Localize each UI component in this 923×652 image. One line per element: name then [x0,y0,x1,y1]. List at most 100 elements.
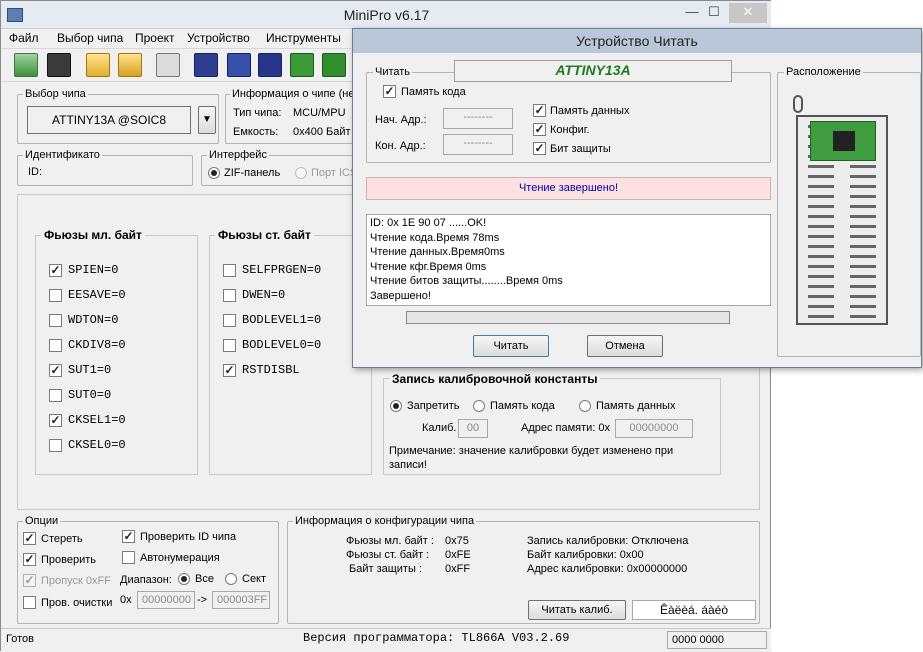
fuse-high-label: BODLEVEL0=0 [242,338,322,352]
range-from-field[interactable]: 00000000 [137,591,195,609]
fuse-low-checkbox[interactable] [49,339,62,352]
cancel-button[interactable]: Отмена [587,335,663,357]
fuse-low-checkbox[interactable] [49,389,62,402]
fuse-high-checkbox[interactable]: ✓ [223,364,236,377]
range-label: Диапазон: [120,574,172,586]
identifier-legend: Идентификато [23,149,102,161]
menu-file[interactable]: Файл [9,31,39,45]
chip-verify-icon[interactable] [290,53,314,77]
menu-tools[interactable]: Инструменты [266,31,341,45]
socket-pin [808,235,834,238]
data-memory-label: Память данных [550,105,630,117]
start-address-label: Нач. Адр.: [375,114,427,126]
save-icon[interactable] [47,53,71,77]
config-low-value: 0x75 [445,535,469,547]
calibration-value-field[interactable]: Êàëèá. áàéò [632,600,756,620]
calib-address-field[interactable]: 00000000 [615,419,693,438]
range-to-field[interactable]: 000003FF [212,591,270,609]
read-calibration-button[interactable]: Читать калиб. [528,600,626,620]
chip-body-icon [833,131,855,151]
folder-edit-icon[interactable] [118,53,142,77]
range-all-radio[interactable] [178,573,190,585]
fuse-high-checkbox[interactable] [223,264,236,277]
chip-read-icon[interactable] [258,53,282,77]
socket-pin [808,185,834,188]
calculator-icon[interactable] [156,53,180,77]
fuse-high-label: DWEN=0 [242,288,286,302]
calib-data-radio[interactable] [579,400,591,412]
programmer-version: Версия программатора: TL866A V03.2.69 [303,631,570,645]
placement-legend: Расположение [784,66,863,78]
chip-select-field[interactable]: ATTINY13A @SOIC8 [27,106,191,134]
fuse-high-checkbox[interactable] [223,289,236,302]
chip-info-legend: Информация о чипе (не [230,88,357,100]
verify-checkbox[interactable]: ✓ [23,553,36,566]
lock-bits-checkbox[interactable]: ✓ [533,142,546,155]
calib-code-radio[interactable] [473,400,485,412]
chip-pcb-icon [810,121,876,161]
id-label: ID: [28,166,43,178]
maximize-button[interactable]: ☐ [703,3,725,23]
fuse-low-checkbox[interactable]: ✓ [49,264,62,277]
config-low-label: Фьюзы мл. байт : [346,535,434,547]
menu-device[interactable]: Устройство [187,31,250,45]
read-button[interactable]: Читать [473,335,549,357]
chip-write-icon[interactable] [322,53,346,77]
options-legend: Опции [23,515,61,527]
range-sector-radio[interactable] [225,573,237,585]
calib-disable-radio[interactable] [390,400,402,412]
folder-icon[interactable] [86,53,110,77]
config-high-label: Фьюзы ст. байт : [346,549,430,561]
socket-pin [808,225,834,228]
calib-value-field[interactable]: 00 [458,419,488,438]
erase-label: Стереть [41,533,83,545]
autonumber-checkbox[interactable] [122,551,135,564]
fuse-high-checkbox[interactable] [223,339,236,352]
fuse-low-checkbox[interactable]: ✓ [49,364,62,377]
dialog-title: Устройство Читать [353,29,921,53]
socket-pin [808,285,834,288]
zif-lever-icon [793,95,803,113]
open-icon[interactable] [14,53,38,77]
chip-select-dropdown-icon[interactable]: ▼ [198,106,216,134]
config-checkbox[interactable]: ✓ [533,123,546,136]
erase-checkbox[interactable]: ✓ [23,532,36,545]
menu-project[interactable]: Проект [135,31,175,45]
calib-data-label: Память данных [596,400,676,412]
zif-radio[interactable] [208,167,220,179]
fuses-high-title: Фьюзы ст. байт [215,228,314,242]
calib-note-line1: Примечание: значение калибровки будет из… [389,445,674,457]
socket-pin [850,245,876,248]
blank-check-checkbox[interactable] [23,596,36,609]
menu-chip-select[interactable]: Выбор чипа [57,31,123,45]
fuse-low-checkbox[interactable] [49,439,62,452]
calib-code-label: Память кода [490,400,555,412]
check-id-checkbox[interactable]: ✓ [122,530,135,543]
config-cal-write: Запись калибровки: Отключена [527,535,689,547]
socket-pin [850,185,876,188]
fuse-low-checkbox[interactable] [49,289,62,302]
start-address-field[interactable]: -------- [443,108,513,129]
socket-pin [850,265,876,268]
socket-pin [850,165,876,168]
status-message: Чтение завершено! [518,182,619,194]
code-memory-checkbox[interactable]: ✓ [383,85,396,98]
fuse-low-label: CKDIV8=0 [68,338,126,352]
fuse-low-label: SUT1=0 [68,363,112,377]
chip-erase-icon[interactable] [227,53,251,77]
skip-ff-checkbox[interactable]: ✓ [23,574,36,587]
close-button[interactable]: ✕ [729,3,767,23]
icsp-radio[interactable] [295,167,307,179]
socket-pin [808,245,834,248]
config-high-value: 0xFE [445,549,471,561]
fuse-high-checkbox[interactable] [223,314,236,327]
fuse-high-label: BODLEVEL1=0 [242,313,322,327]
fuse-low-checkbox[interactable] [49,314,62,327]
end-address-field[interactable]: -------- [443,134,513,155]
fuse-low-checkbox[interactable]: ✓ [49,414,62,427]
minimize-button[interactable]: — [681,3,703,23]
data-memory-checkbox[interactable]: ✓ [533,104,546,117]
chip-id-icon[interactable] [194,53,218,77]
calib-value-label: Калиб. [422,422,457,434]
skip-ff-label: Пропуск 0xFF [41,575,111,587]
